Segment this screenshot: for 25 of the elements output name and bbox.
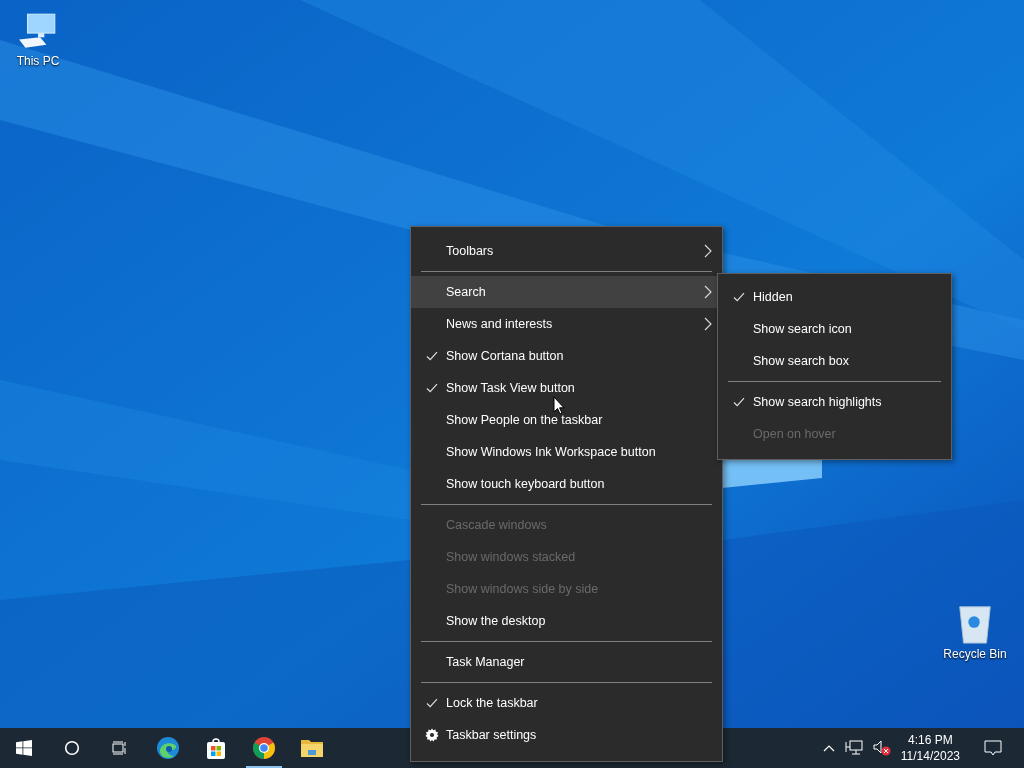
chrome-icon <box>252 736 276 760</box>
task-view-icon <box>112 740 128 756</box>
desktop-icon-label[interactable]: This PC <box>16 54 60 68</box>
mouse-pointer-icon <box>553 396 565 415</box>
clock-time[interactable]: 4:16 PM <box>908 733 953 747</box>
speaker-icon[interactable] <box>872 740 891 756</box>
windows-logo-icon <box>16 740 32 756</box>
menu-item[interactable]: Taskbar settings <box>411 719 722 751</box>
browser-swirl-icon <box>156 736 180 760</box>
store-bag-icon <box>204 736 228 760</box>
desktop-icon-label[interactable]: Recycle Bin <box>943 647 1007 661</box>
network-icon[interactable] <box>844 740 863 756</box>
menu-item[interactable]: Show search icon <box>718 313 951 345</box>
menu-item[interactable]: Show touch keyboard button <box>411 468 722 500</box>
clock-date[interactable]: 11/14/2023 <box>900 749 960 763</box>
gear-icon <box>425 728 439 742</box>
menu-item[interactable]: Lock the taskbar <box>411 687 722 719</box>
menu-item[interactable]: Toolbars <box>411 235 722 267</box>
menu-item[interactable]: Show search highlights <box>718 386 951 418</box>
notifications-icon[interactable] <box>984 740 1002 756</box>
menu-item[interactable]: Task Manager <box>411 646 722 678</box>
chevron-up-icon[interactable] <box>822 743 835 753</box>
menu-item[interactable]: Show the desktop <box>411 605 722 637</box>
menu-item[interactable]: Show search box <box>718 345 951 377</box>
circle-icon <box>64 740 80 756</box>
